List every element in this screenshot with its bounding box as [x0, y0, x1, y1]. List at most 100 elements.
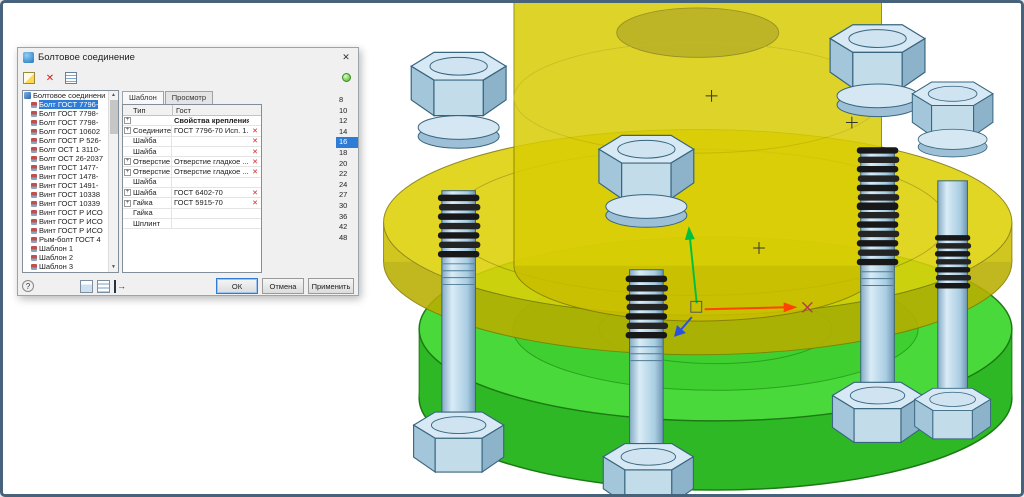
diameter-option[interactable]: 42	[336, 222, 358, 233]
template-row[interactable]: Гайка	[123, 209, 261, 219]
diameter-option[interactable]: 10	[336, 106, 358, 117]
expand-icon[interactable]: +	[124, 127, 131, 134]
expand-icon[interactable]: +	[124, 158, 131, 165]
template-row[interactable]: +ОтверстиеОтверстие гладкое ...✕	[123, 167, 261, 177]
help-icon[interactable]: ?	[22, 280, 34, 292]
tree-item-label: Болт ОСТ 26-2037	[39, 154, 103, 163]
expand-icon[interactable]: +	[124, 169, 131, 176]
bolt-item-icon	[31, 129, 37, 135]
remove-part-icon[interactable]: ✕	[249, 199, 261, 207]
column-header-gost: Гост	[173, 105, 261, 115]
diameter-option[interactable]: 24	[336, 180, 358, 191]
tree-item[interactable]: Шаблон 3	[23, 262, 108, 271]
tree-item[interactable]: Болт ГОСТ 7796-	[23, 100, 108, 109]
expand-icon[interactable]: +	[124, 200, 131, 207]
template-row[interactable]: Шайба ✕	[123, 147, 261, 157]
row-gost-cell: ГОСТ 7796-70 Исп. 1...	[172, 126, 249, 136]
library-icon[interactable]	[80, 280, 93, 293]
tab-preview[interactable]: Просмотр	[165, 91, 213, 104]
diameter-option[interactable]: 14	[336, 127, 358, 138]
tree-item[interactable]: Винт ГОСТ 1491-	[23, 181, 108, 190]
remove-part-icon[interactable]: ✕	[249, 137, 261, 145]
expand-icon[interactable]: +	[124, 117, 131, 124]
close-icon[interactable]: ✕	[339, 52, 353, 63]
fastener-structure-table[interactable]: Тип Гост +Свойства крепления+Соединитель…	[122, 104, 262, 273]
tree-item[interactable]: Шаблон 2	[23, 253, 108, 262]
tree-item[interactable]: Винт ГОСТ 10339	[23, 199, 108, 208]
remove-part-icon[interactable]: ✕	[249, 158, 261, 166]
tree-item[interactable]: Болт ГОСТ Р 526-	[23, 136, 108, 145]
tree-item[interactable]: Винт ГОСТ Р ИСО	[23, 217, 108, 226]
ok-button[interactable]: ОК	[216, 278, 258, 294]
templates-tree[interactable]: Болтовое соединени Болт ГОСТ 7796-Болт Г…	[22, 90, 119, 273]
yellow-cylinder[interactable]	[514, 3, 882, 321]
row-type-cell: Шайба	[132, 147, 172, 157]
bolt-item-icon	[31, 102, 37, 108]
tree-item[interactable]: Винт ГОСТ 1477-	[23, 163, 108, 172]
tree-item-label: Болт ГОСТ 7796-	[39, 100, 98, 109]
bolted-connection-dialog: Болтовое соединение ✕ ✕ Болтовое соедине…	[17, 47, 359, 296]
template-row[interactable]: +Свойства крепления	[123, 116, 261, 126]
diameter-option[interactable]: 48	[336, 233, 358, 244]
tree-item[interactable]: Болт ГОСТ 10602	[23, 127, 108, 136]
bolt-item-icon	[31, 264, 37, 270]
scroll-up-icon[interactable]: ▲	[109, 91, 118, 100]
tree-item-label: Болт ГОСТ 7798-	[39, 118, 98, 127]
bolt-item-icon	[31, 228, 37, 234]
tree-item[interactable]: Винт ГОСТ 10338	[23, 190, 108, 199]
remove-part-icon[interactable]: ✕	[249, 189, 261, 197]
diameter-option[interactable]: 30	[336, 201, 358, 212]
row-type-cell: Шайба	[132, 188, 172, 198]
tree-item-label: Винт ГОСТ Р ИСО	[39, 226, 103, 235]
scroll-down-icon[interactable]: ▼	[109, 263, 118, 272]
scrollbar-thumb[interactable]	[110, 100, 118, 134]
bolt-item-icon	[31, 183, 37, 189]
tree-item[interactable]: Болт ГОСТ 7798-	[23, 118, 108, 127]
delete-template-button[interactable]: ✕	[41, 70, 59, 87]
insert-arrow-icon[interactable]: →	[114, 280, 130, 293]
template-row[interactable]: +ШайбаГОСТ 6402-70✕	[123, 188, 261, 198]
tree-item-label: Рым-болт ГОСТ 4	[39, 235, 101, 244]
tree-item[interactable]: Болт ГОСТ 7798-	[23, 109, 108, 118]
cancel-button[interactable]: Отмена	[262, 278, 304, 294]
tab-template[interactable]: Шаблон	[122, 91, 164, 104]
tree-root[interactable]: Болтовое соединени	[23, 91, 108, 100]
tree-item[interactable]: Винт ГОСТ 1478-	[23, 172, 108, 181]
tree-item[interactable]: Болт ОСТ 26-2037	[23, 154, 108, 163]
tree-item[interactable]: Болт ОСТ 1 3110-	[23, 145, 108, 154]
remove-part-icon[interactable]: ✕	[249, 127, 261, 135]
tree-scrollbar[interactable]: ▲ ▼	[108, 91, 118, 272]
diameter-option[interactable]: 36	[336, 212, 358, 223]
diameter-option[interactable]: 20	[336, 159, 358, 170]
tree-item-label: Винт ГОСТ 1477-	[39, 163, 98, 172]
app-frame: Болтовое соединение ✕ ✕ Болтовое соедине…	[0, 0, 1024, 497]
diameter-option[interactable]: 8	[336, 95, 358, 106]
tree-item[interactable]: Рым-болт ГОСТ 4	[23, 235, 108, 244]
row-gost-cell: Отверстие гладкое ...	[172, 157, 249, 167]
template-row[interactable]: +СоединительГОСТ 7796-70 Исп. 1...✕	[123, 126, 261, 136]
remove-part-icon[interactable]: ✕	[249, 148, 261, 156]
template-row[interactable]: +ОтверстиеОтверстие гладкое ...✕	[123, 157, 261, 167]
lamp-icon[interactable]	[342, 73, 351, 82]
apply-button[interactable]: Применить	[308, 278, 354, 294]
rename-template-button[interactable]	[62, 70, 80, 87]
template-row[interactable]: Шайба	[123, 178, 261, 188]
tree-item[interactable]: Шаблон 1	[23, 244, 108, 253]
remove-part-icon[interactable]: ✕	[249, 168, 261, 176]
row-type-cell: Шайба	[132, 177, 172, 187]
diameter-option[interactable]: 18	[336, 148, 358, 159]
template-row[interactable]: Шайба✕	[123, 137, 261, 147]
diameter-option[interactable]: 16	[336, 137, 358, 148]
template-row[interactable]: +ГайкаГОСТ 5915-70✕	[123, 198, 261, 208]
tree-item[interactable]: Винт ГОСТ Р ИСО	[23, 208, 108, 217]
expand-icon[interactable]: +	[124, 189, 131, 196]
diameter-option[interactable]: 12	[336, 116, 358, 127]
tree-item[interactable]: Винт ГОСТ Р ИСО	[23, 226, 108, 235]
diameter-list[interactable]: 810121416182022242730364248	[336, 95, 358, 243]
template-row[interactable]: Шплинт	[123, 219, 261, 229]
edit-table-icon[interactable]	[97, 280, 110, 293]
dialog-titlebar[interactable]: Болтовое соединение ✕	[18, 48, 358, 67]
diameter-option[interactable]: 27	[336, 190, 358, 201]
new-template-button[interactable]	[20, 70, 38, 87]
diameter-option[interactable]: 22	[336, 169, 358, 180]
